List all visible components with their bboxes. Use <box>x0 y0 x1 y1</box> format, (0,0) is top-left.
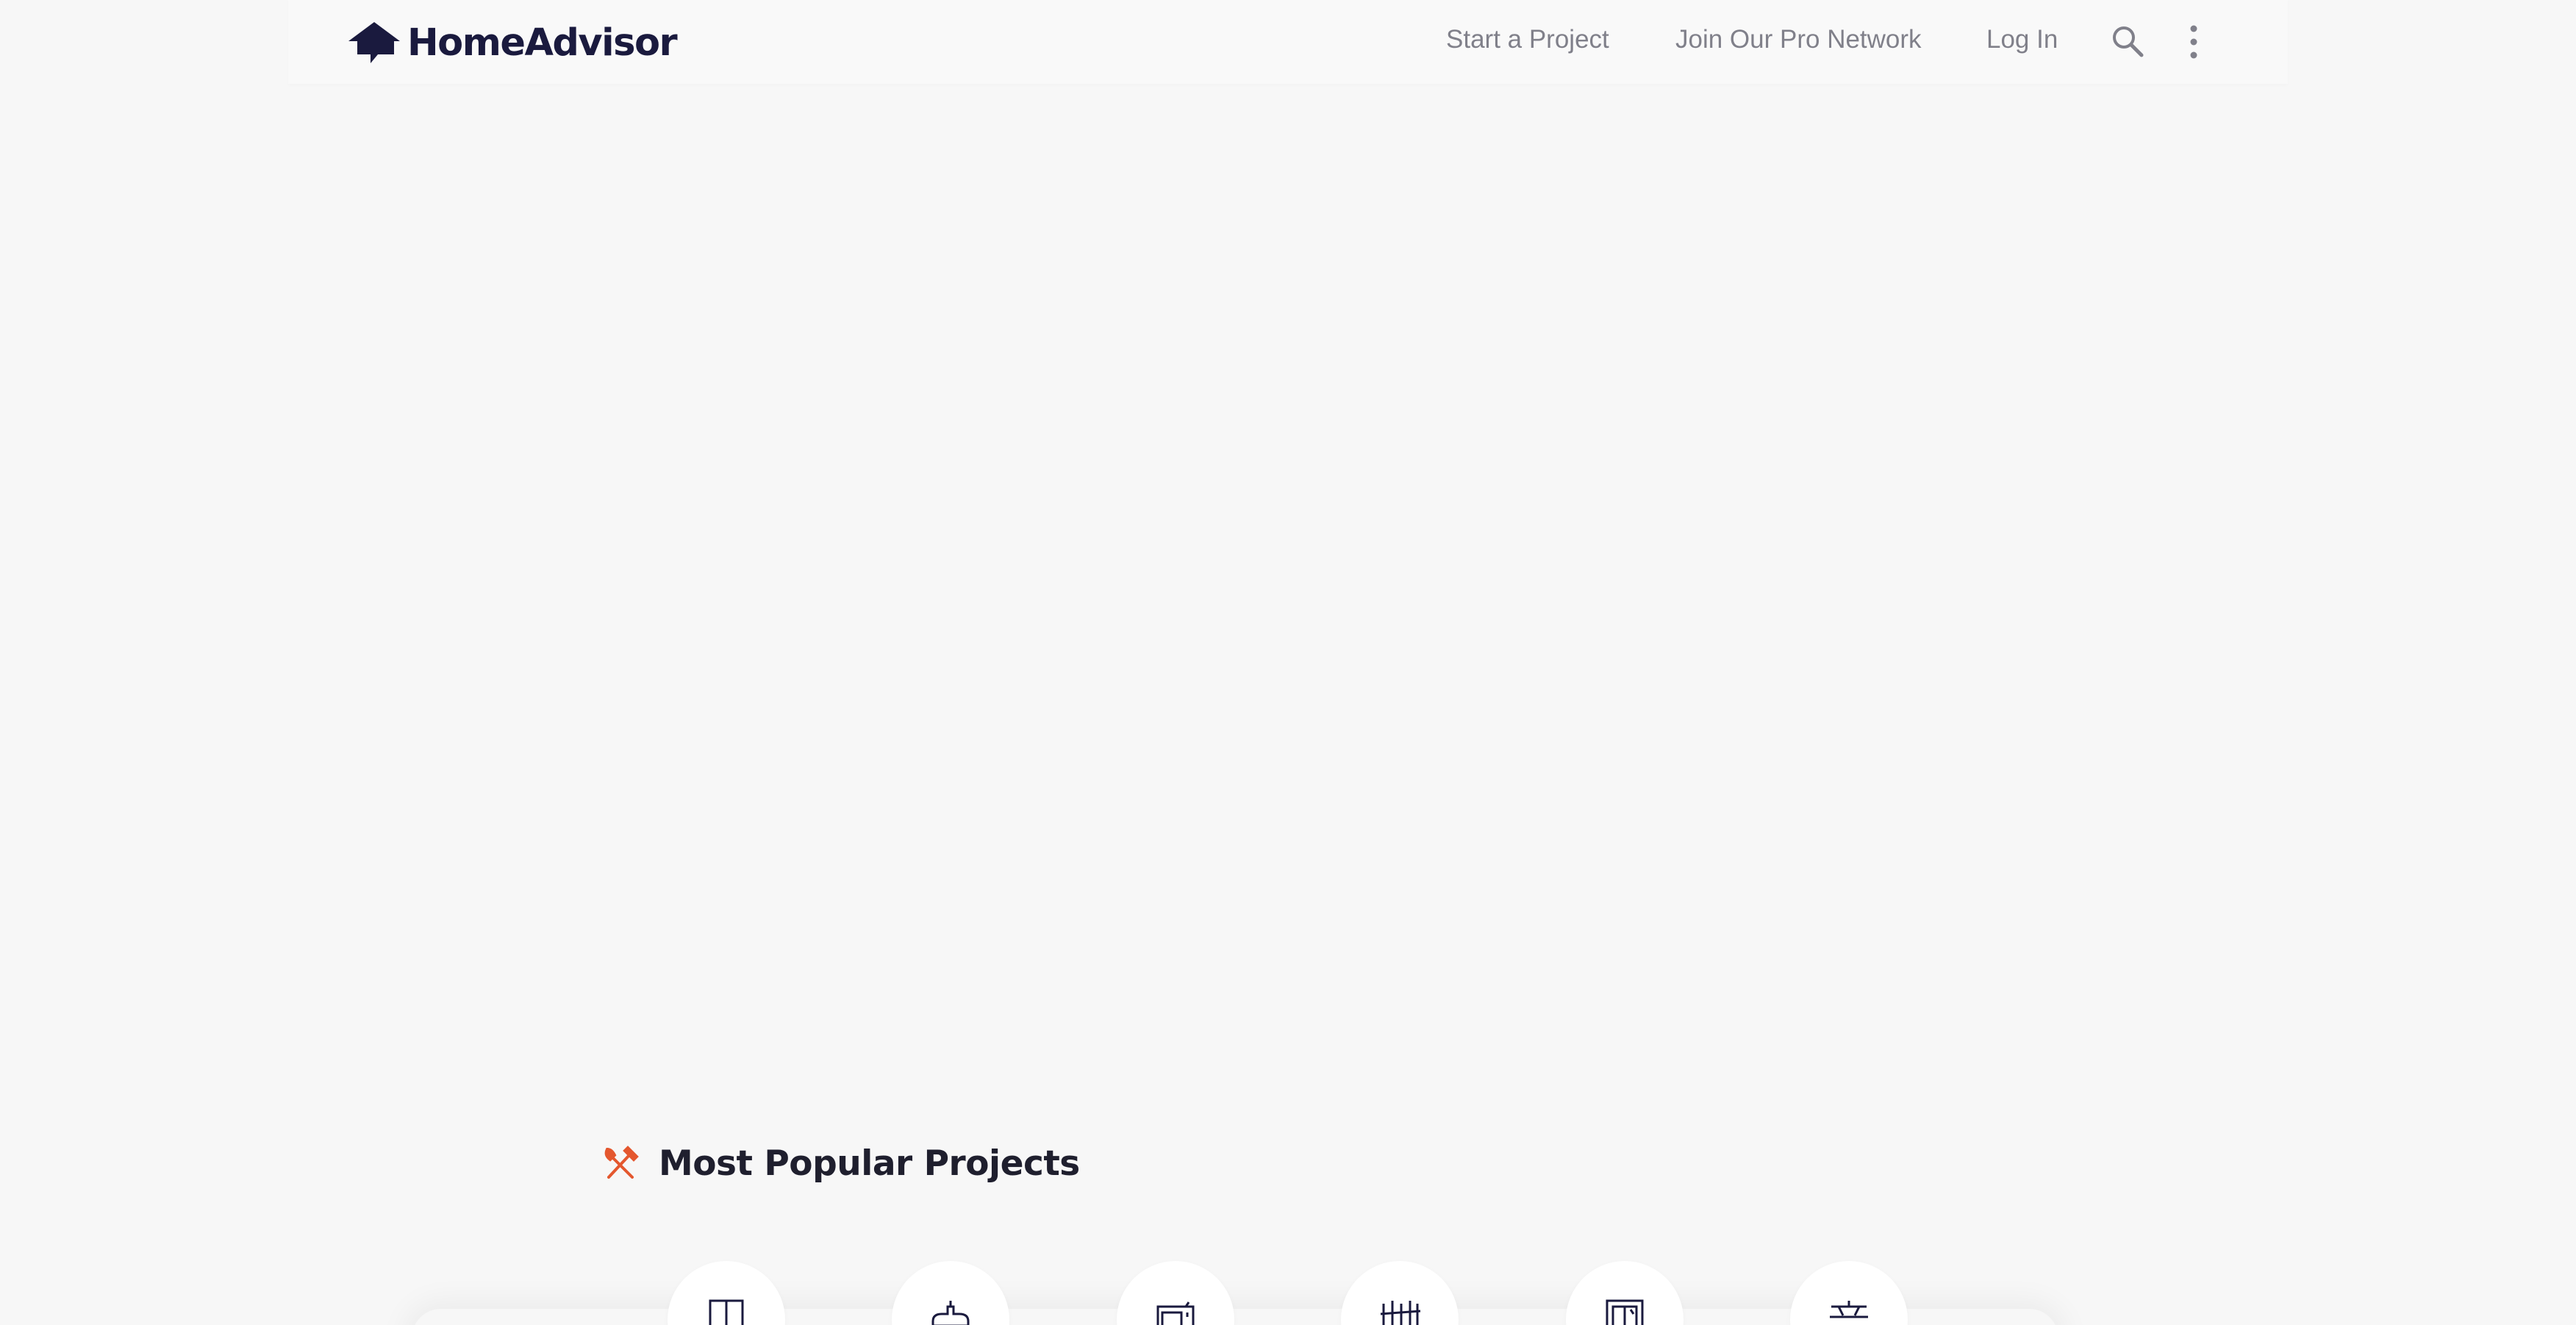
logo-text: HomeAdvisor <box>407 21 678 65</box>
project-item-fence[interactable] <box>1341 1261 1459 1325</box>
tools-icon <box>604 1145 639 1179</box>
appliance-icon <box>1156 1301 1195 1325</box>
search-icon <box>2113 26 2144 57</box>
roof-icon <box>1830 1301 1868 1318</box>
door-icon <box>709 1299 744 1325</box>
project-item-plumbing[interactable] <box>892 1261 1009 1325</box>
popular-projects-title: Most Popular Projects <box>659 1143 1080 1184</box>
project-item-appliance[interactable] <box>1117 1261 1234 1325</box>
site-header: HomeAdvisor Start a Project Join Our Pro… <box>288 0 2288 84</box>
vertical-dots-icon <box>2190 25 2197 59</box>
project-item-window[interactable] <box>1566 1261 1684 1325</box>
more-menu-button[interactable] <box>2183 22 2204 62</box>
nav-join-pro-network-link[interactable]: Join Our Pro Network <box>1675 24 1922 56</box>
house-logo-icon <box>348 22 400 63</box>
page: HomeAdvisor Start a Project Join Our Pro… <box>0 0 2576 1325</box>
homeadvisor-logo[interactable]: HomeAdvisor <box>346 19 678 66</box>
window-icon <box>1606 1299 1644 1325</box>
nav-login-link[interactable]: Log In <box>1986 24 2058 56</box>
nav-start-project-link[interactable]: Start a Project <box>1446 24 1609 56</box>
project-item-door[interactable] <box>668 1261 785 1325</box>
fence-icon <box>1380 1301 1421 1325</box>
plumbing-icon <box>931 1301 970 1325</box>
search-button[interactable] <box>2110 24 2145 59</box>
project-item-roof[interactable] <box>1790 1261 1908 1325</box>
popular-projects-heading: Most Popular Projects <box>601 1143 1080 1184</box>
